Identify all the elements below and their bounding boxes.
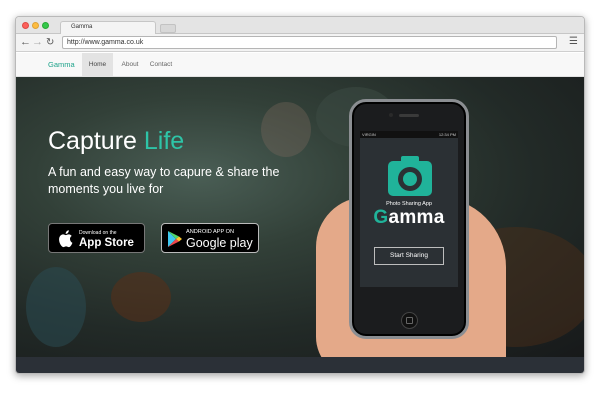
hero-headline: Capture Life [48,127,184,156]
brand-logo[interactable]: Gamma [48,60,75,69]
nav-about[interactable]: About [118,53,142,76]
nav-contact[interactable]: Contact [146,53,176,76]
google-play-small-text: ANDROID APP ON [186,229,235,235]
new-tab-button[interactable] [160,24,176,33]
forward-arrow-icon[interactable]: → [32,36,43,49]
status-time: 12:34 PM [438,132,456,137]
background-photo-shape [26,267,86,347]
apple-icon [59,230,73,248]
maximize-window-button[interactable] [42,22,49,29]
site-navbar: Gamma Home About Contact [16,53,584,77]
google-play-big-text: Google play [186,236,253,250]
close-window-button[interactable] [22,22,29,29]
browser-tab[interactable]: Gamma [60,21,156,34]
app-store-badge[interactable]: Download on the App Store [48,223,145,253]
url-text: http://www.gamma.co.uk [67,39,144,46]
google-play-icon [168,231,182,247]
tab-strip: Gamma [16,17,584,34]
minimize-window-button[interactable] [32,22,39,29]
phone-speaker [399,114,419,117]
start-sharing-button[interactable]: Start Sharing [374,247,444,265]
front-camera-dot [389,113,393,117]
hero-subheadline: A fun and easy way to capure & share the… [48,165,280,196]
app-name-rest: amma [388,207,445,228]
phone-screen: VIRGIN 12:34 PM Photo Sharing App Gamma … [360,131,458,287]
app-store-small-text: Download on the [79,230,117,236]
background-photo-shape [261,102,311,157]
phone-status-bar: VIRGIN 12:34 PM [360,131,458,138]
background-photo-shape [111,272,171,322]
browser-toolbar: ← → ↻ http://www.gamma.co.uk ☰ [16,34,584,52]
headline-part-2: Life [143,127,185,155]
headline-part-1: Capture [48,127,137,155]
app-name-initial: G [373,207,389,228]
reload-icon[interactable]: ↻ [46,36,54,49]
camera-icon [388,156,432,196]
app-store-big-text: App Store [79,237,134,249]
footer-band [16,357,584,373]
hero-section: Capture Life A fun and easy way to capur… [16,77,584,357]
carrier-label: VIRGIN [362,132,376,137]
menu-icon[interactable]: ☰ [569,36,578,47]
phone-mockup: VIRGIN 12:34 PM Photo Sharing App Gamma … [349,99,469,339]
nav-home[interactable]: Home [82,53,113,76]
google-play-badge[interactable]: ANDROID APP ON Google play [161,223,259,253]
back-arrow-icon[interactable]: ← [20,36,31,49]
tab-title: Gamma [71,24,93,30]
browser-window: Gamma ← → ↻ http://www.gamma.co.uk ☰ Gam… [15,16,585,374]
phone-home-button [401,312,418,329]
address-bar[interactable]: http://www.gamma.co.uk [62,36,557,49]
app-name: Gamma [360,207,458,229]
